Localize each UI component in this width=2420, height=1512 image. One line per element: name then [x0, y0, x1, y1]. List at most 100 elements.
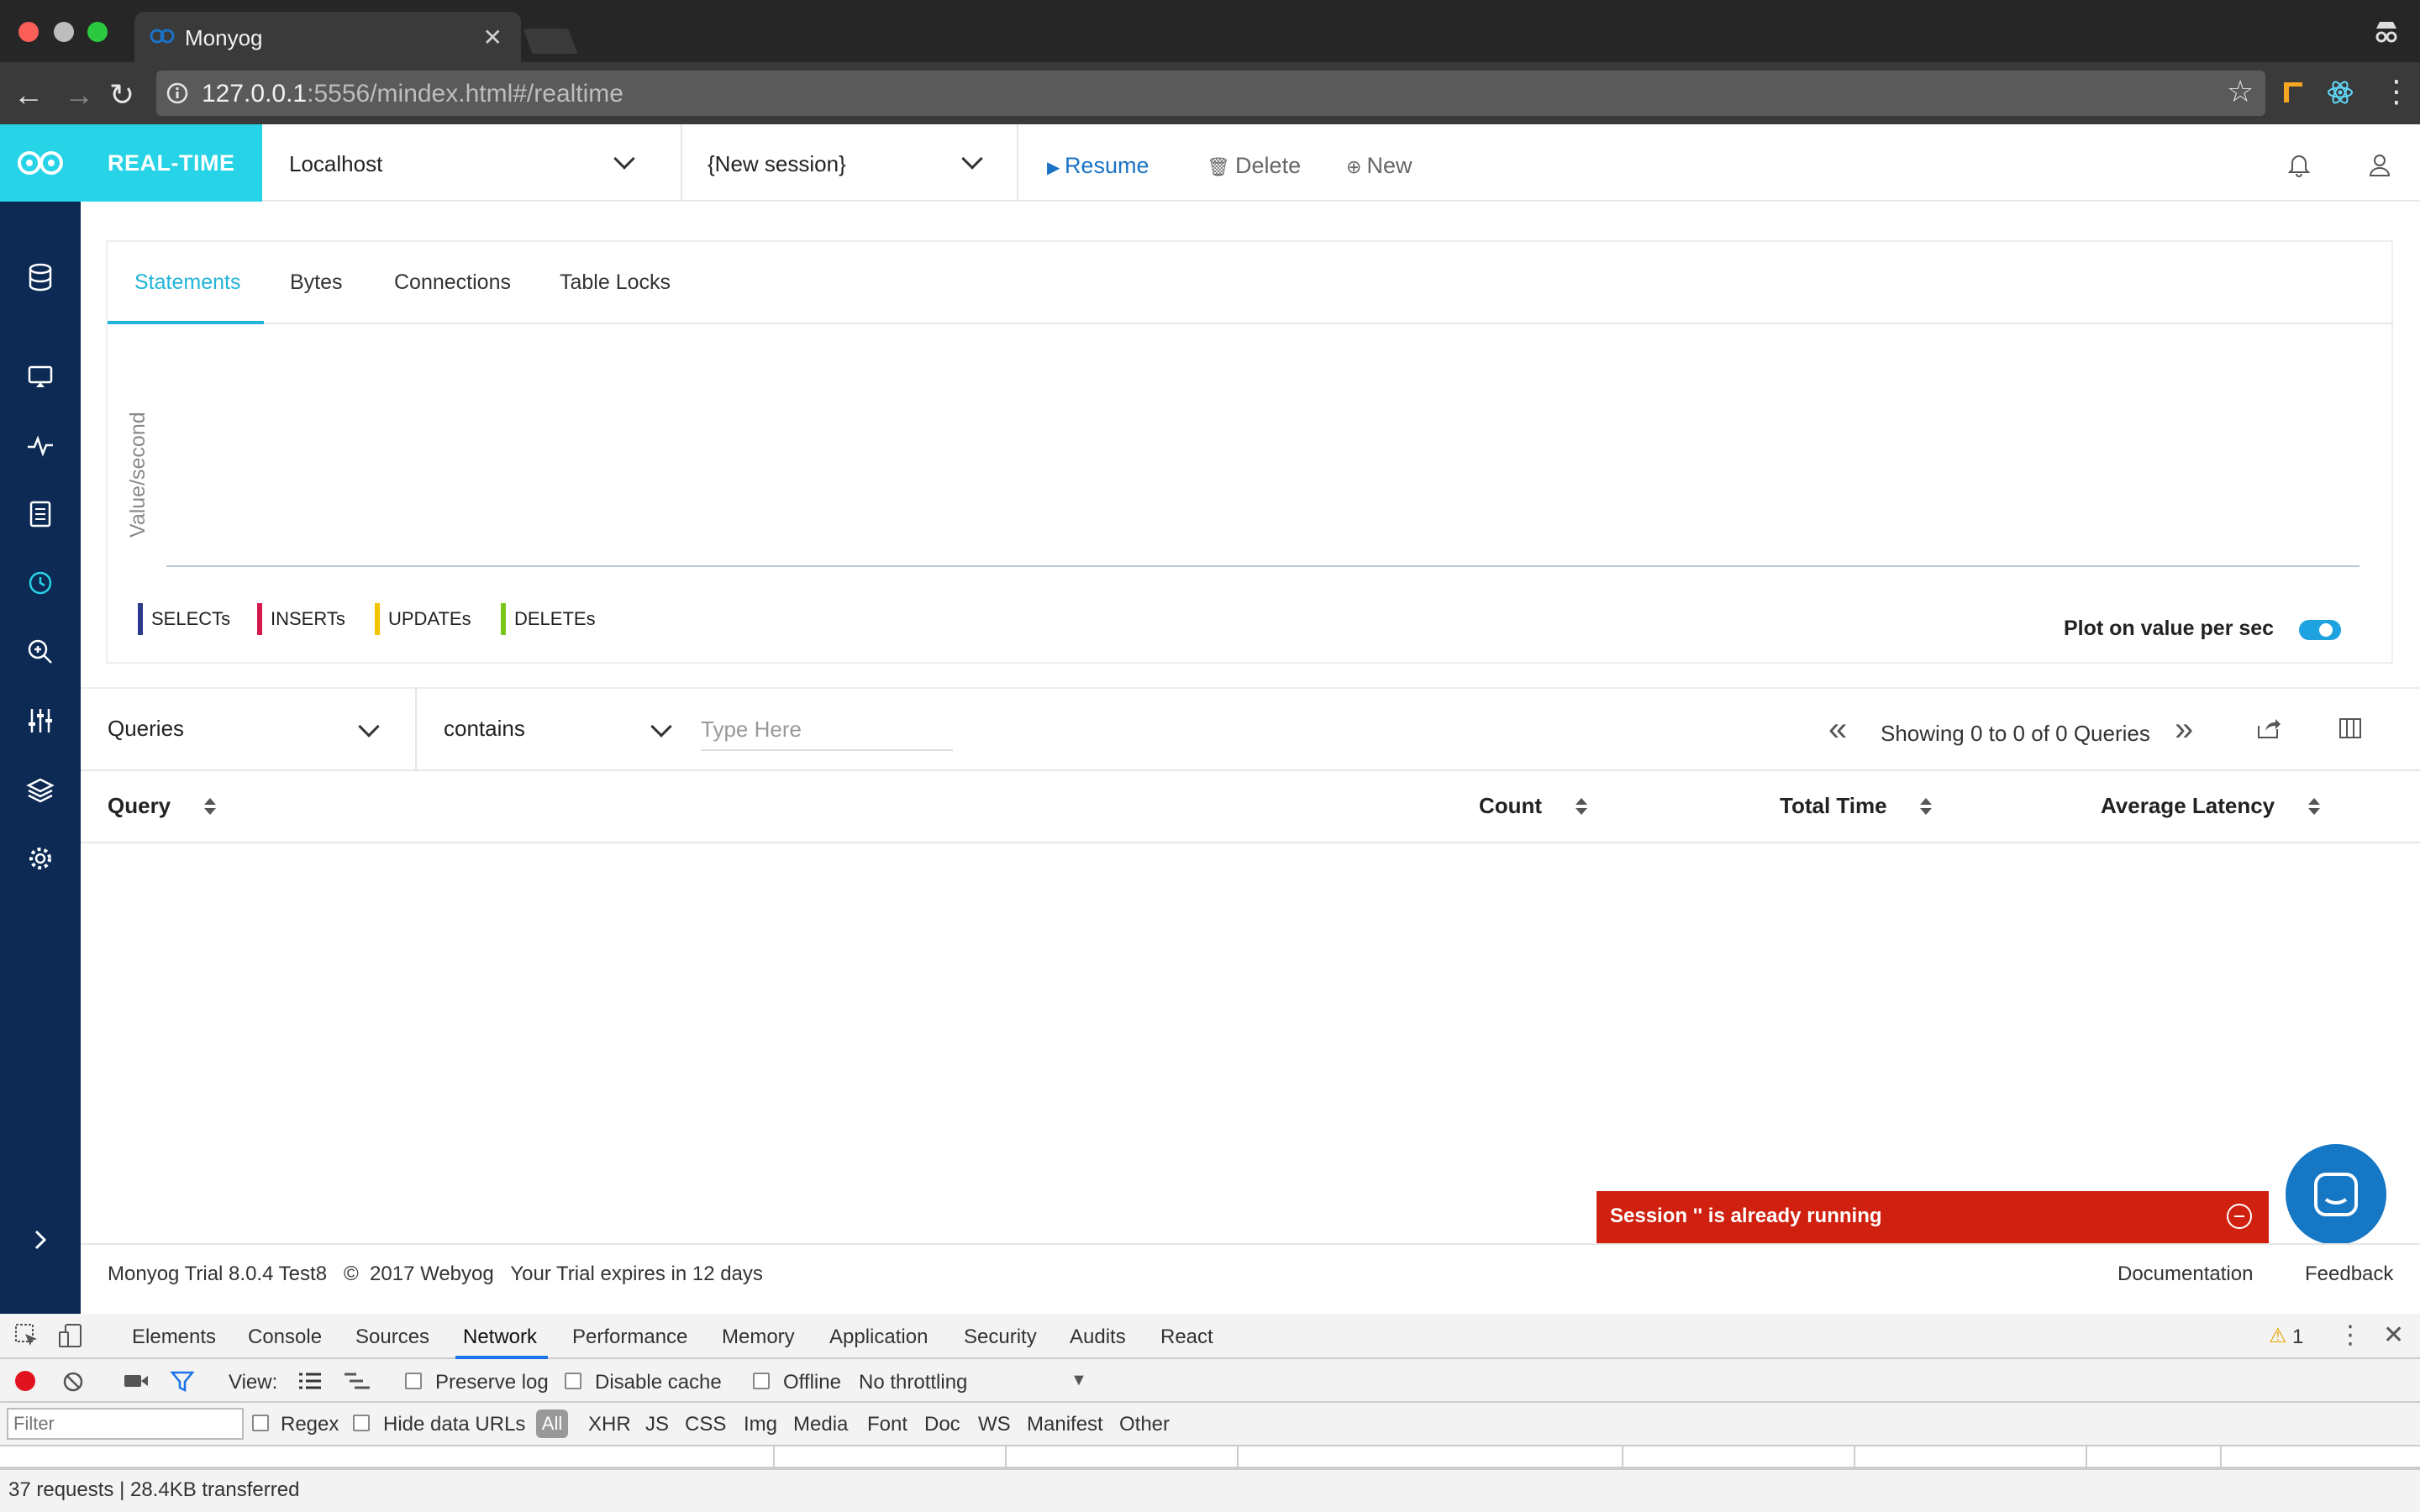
close-window-button[interactable] [18, 22, 39, 42]
type-filter-other[interactable]: Other [1119, 1413, 1170, 1436]
bell-icon[interactable] [2286, 151, 2312, 178]
browser-menu-icon[interactable]: ⋮ [2381, 74, 2412, 109]
url-host: 127.0.0.1 [202, 80, 308, 108]
clear-icon[interactable] [62, 1371, 84, 1393]
device-toolbar-icon[interactable] [57, 1322, 84, 1349]
info-icon[interactable] [166, 82, 188, 104]
type-filter-css[interactable]: CSS [685, 1413, 726, 1436]
network-filter-input[interactable] [7, 1408, 244, 1440]
type-filter-doc[interactable]: Doc [924, 1413, 960, 1436]
regex-checkbox[interactable] [252, 1415, 269, 1431]
documentation-link[interactable]: Documentation [2118, 1263, 2253, 1286]
type-filter-font[interactable]: Font [867, 1413, 908, 1436]
preserve-log-checkbox[interactable] [405, 1373, 422, 1389]
database-icon[interactable] [24, 260, 57, 294]
tab-close-icon[interactable]: ✕ [483, 24, 502, 51]
zoom-icon[interactable] [24, 635, 57, 669]
screenshot-camera-icon[interactable] [123, 1371, 150, 1391]
type-filter-xhr[interactable]: XHR [588, 1413, 631, 1436]
waterfall-view-icon[interactable] [343, 1371, 371, 1391]
search-input[interactable] [701, 709, 953, 751]
resume-button[interactable]: ▶ Resume [1047, 153, 1149, 179]
devtools-tab-console[interactable]: Console [248, 1326, 322, 1349]
react-devtools-icon[interactable] [2326, 79, 2354, 106]
sliders-icon[interactable] [24, 704, 57, 738]
hide-data-urls-checkbox[interactable] [353, 1415, 370, 1431]
list-view-icon[interactable] [297, 1371, 323, 1391]
clock-icon[interactable] [24, 566, 57, 600]
type-filter-all[interactable]: All [536, 1410, 568, 1438]
filter-funnel-icon[interactable] [170, 1369, 195, 1393]
inspect-element-icon[interactable] [13, 1322, 40, 1349]
column-total-time[interactable]: Total Time [1780, 793, 1887, 819]
minimize-window-button[interactable] [54, 22, 74, 42]
legend-swatch [375, 603, 380, 635]
monitor-icon[interactable] [24, 360, 57, 393]
offline-checkbox[interactable] [753, 1373, 770, 1389]
legend-updates[interactable]: UPDATEs [375, 603, 471, 635]
devtools-tab-elements[interactable]: Elements [132, 1326, 216, 1349]
new-tab-button[interactable] [523, 29, 578, 54]
tab-statements[interactable]: Statements [134, 270, 240, 295]
column-average-latency[interactable]: Average Latency [2101, 793, 2275, 819]
export-icon[interactable] [2255, 716, 2282, 741]
devtools-tab-audits[interactable]: Audits [1070, 1326, 1126, 1349]
layers-icon[interactable] [24, 773, 57, 806]
column-divider [1854, 1446, 1855, 1468]
forward-icon[interactable]: → [64, 77, 94, 113]
document-icon[interactable] [24, 497, 57, 531]
devtools-tab-memory[interactable]: Memory [722, 1326, 795, 1349]
url-text[interactable]: 127.0.0.1:5556/mindex.html#/realtime [202, 80, 623, 108]
legend-selects[interactable]: SELECTs [138, 603, 230, 635]
throttling-dropdown-icon[interactable]: ▼ [1071, 1371, 1087, 1390]
chat-icon [2314, 1173, 2358, 1216]
devtools-tab-network[interactable]: Network [463, 1326, 537, 1349]
legend-deletes[interactable]: DELETEs [501, 603, 596, 635]
toast-dismiss-icon[interactable] [2227, 1204, 2252, 1229]
type-filter-js[interactable]: JS [645, 1413, 669, 1436]
activity-icon[interactable] [24, 428, 57, 462]
page-first-icon[interactable]: « [1828, 711, 1847, 748]
feedback-link[interactable]: Feedback [2305, 1263, 2393, 1286]
delete-button[interactable]: 🗑 Delete [1207, 153, 1301, 179]
expand-icon[interactable] [24, 1223, 57, 1257]
chat-launcher-button[interactable] [2286, 1144, 2386, 1245]
plus-circle-icon: ⊕ [1346, 156, 1367, 177]
zoom-window-button[interactable] [87, 22, 108, 42]
tab-connections[interactable]: Connections [394, 270, 511, 295]
type-filter-manifest[interactable]: Manifest [1027, 1413, 1103, 1436]
devtools-tab-security[interactable]: Security [964, 1326, 1037, 1349]
bookmark-star-icon[interactable]: ☆ [2227, 74, 2254, 109]
record-icon[interactable] [15, 1371, 35, 1391]
operator-select[interactable]: contains [444, 716, 525, 742]
extension-icon[interactable] [2281, 79, 2306, 106]
columns-icon[interactable] [2338, 716, 2363, 741]
devtools-close-icon[interactable]: ✕ [2383, 1320, 2404, 1350]
gear-icon[interactable] [24, 842, 57, 875]
devtools-tab-performance[interactable]: Performance [572, 1326, 687, 1349]
warning-icon[interactable]: ⚠ [2269, 1324, 2287, 1348]
devtools-tab-react[interactable]: React [1160, 1326, 1213, 1349]
toast-message: Session '' is already running [1610, 1205, 1882, 1227]
disable-cache-checkbox[interactable] [565, 1373, 581, 1389]
throttling-select[interactable]: No throttling [859, 1371, 967, 1394]
devtools-menu-icon[interactable]: ⋮ [2338, 1320, 2363, 1350]
tab-table-locks[interactable]: Table Locks [560, 270, 671, 295]
devtools-tab-application[interactable]: Application [829, 1326, 928, 1349]
type-filter-img[interactable]: Img [744, 1413, 777, 1436]
column-count[interactable]: Count [1479, 793, 1542, 819]
plot-toggle-label: Plot on value per sec [2064, 617, 2275, 640]
type-filter-media[interactable]: Media [793, 1413, 848, 1436]
legend-inserts[interactable]: INSERTs [257, 603, 345, 635]
page-last-icon[interactable]: » [2175, 711, 2193, 748]
field-select[interactable]: Queries [108, 716, 184, 742]
tab-bytes[interactable]: Bytes [290, 270, 343, 295]
browser-tab[interactable]: Monyog ✕ [134, 12, 521, 62]
column-query[interactable]: Query [108, 793, 171, 819]
devtools-tab-sources[interactable]: Sources [355, 1326, 429, 1349]
back-icon[interactable]: ← [13, 77, 44, 113]
reload-icon[interactable]: ↻ [109, 77, 134, 113]
new-button[interactable]: ⊕ New [1346, 153, 1413, 179]
user-icon[interactable] [2366, 151, 2393, 178]
type-filter-ws[interactable]: WS [978, 1413, 1011, 1436]
